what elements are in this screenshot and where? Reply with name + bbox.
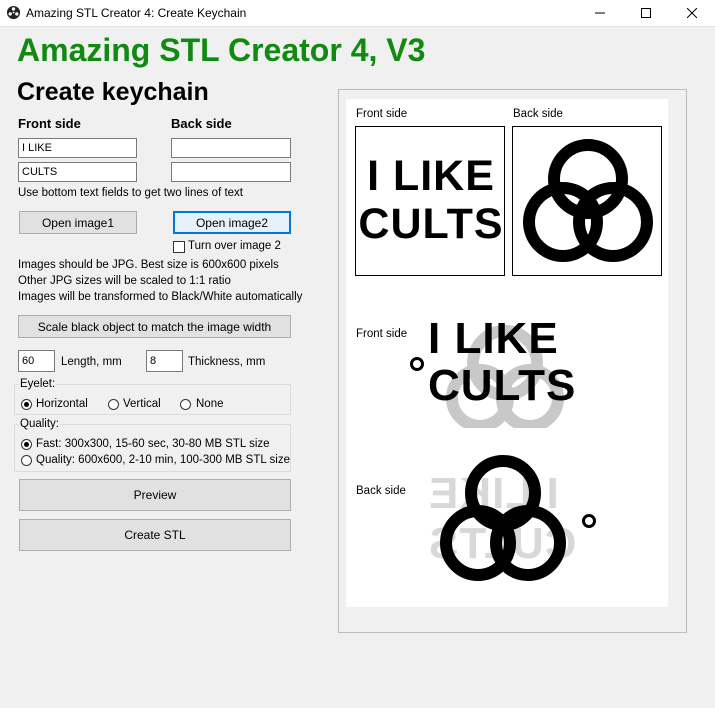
back-line2-input[interactable] [171, 162, 291, 182]
front-side-label: Front side [18, 116, 81, 131]
eyelet-vertical-label: Vertical [123, 398, 161, 410]
quality-high-label: Quality: 600x600, 2-10 min, 100-300 MB S… [36, 454, 290, 466]
create-stl-button[interactable]: Create STL [19, 519, 291, 551]
quality-high-radio[interactable] [21, 455, 32, 466]
preview-back-label: Back side [356, 485, 406, 497]
front-image-label: Front side [356, 108, 408, 120]
eyelet-title: Eyelet: [19, 378, 57, 390]
two-lines-hint: Use bottom text fields to get two lines … [18, 187, 243, 199]
window-title: Amazing STL Creator 4: Create Keychain [26, 6, 247, 20]
back-image-preview [512, 126, 662, 276]
thickness-input[interactable] [146, 350, 183, 372]
scale-object-button[interactable]: Scale black object to match the image wi… [18, 315, 291, 338]
app-headline: Amazing STL Creator 4, V3 [17, 32, 426, 68]
info-line: Images will be transformed to Black/Whit… [18, 291, 303, 303]
title-bar: Amazing STL Creator 4: Create Keychain [0, 0, 715, 27]
eyelet-horizontal-label: Horizontal [36, 398, 88, 410]
eyelet-none-radio[interactable] [180, 399, 191, 410]
front-image-preview: I LIKE CULTS [355, 126, 505, 276]
quality-title: Quality: [19, 418, 60, 430]
open-image2-button[interactable]: Open image2 [173, 211, 291, 234]
front-image-line1: I LIKE [367, 152, 495, 200]
open-image1-button[interactable]: Open image1 [19, 211, 137, 234]
page-title: Create keychain [17, 78, 209, 106]
minimize-button[interactable] [577, 0, 623, 26]
info-line: Images should be JPG. Best size is 600x6… [18, 259, 279, 271]
preview-front-line2: CULTS [428, 361, 577, 410]
front-image-line2: CULTS [358, 200, 504, 248]
front-line1-input[interactable] [18, 138, 137, 158]
minimize-icon [595, 12, 605, 14]
eyelet-none-label: None [196, 398, 224, 410]
front-line2-input[interactable] [18, 162, 137, 182]
back-line1-input[interactable] [171, 138, 291, 158]
quality-fast-label: Fast: 300x300, 15-60 sec, 30-80 MB STL s… [36, 438, 270, 450]
eyelet-vertical-radio[interactable] [108, 399, 119, 410]
info-line: Other JPG sizes will be scaled to 1:1 ra… [18, 275, 231, 287]
maximize-icon [641, 8, 651, 18]
close-button[interactable] [669, 0, 715, 26]
quality-fast-radio[interactable] [21, 439, 32, 450]
triple-spiral-icon [523, 139, 653, 262]
back-eyelet-icon [582, 514, 596, 528]
maximize-button[interactable] [623, 0, 669, 26]
length-label: Length, mm [61, 356, 122, 368]
eyelet-horizontal-radio[interactable] [21, 399, 32, 410]
thickness-label: Thickness, mm [188, 356, 266, 368]
back-image-label: Back side [513, 108, 563, 120]
film-reel-icon [6, 5, 21, 20]
turn-over-label: Turn over image 2 [188, 240, 281, 252]
length-input[interactable] [18, 350, 55, 372]
close-icon [687, 8, 697, 18]
preview-front-line1: I LIKE [428, 314, 559, 363]
turn-over-checkbox[interactable] [173, 241, 185, 253]
front-eyelet-icon [410, 357, 424, 371]
back-side-label: Back side [171, 116, 232, 131]
preview-button[interactable]: Preview [19, 479, 291, 511]
preview-front-label: Front side [356, 328, 408, 340]
preview-back-spiral-icon [440, 455, 566, 581]
